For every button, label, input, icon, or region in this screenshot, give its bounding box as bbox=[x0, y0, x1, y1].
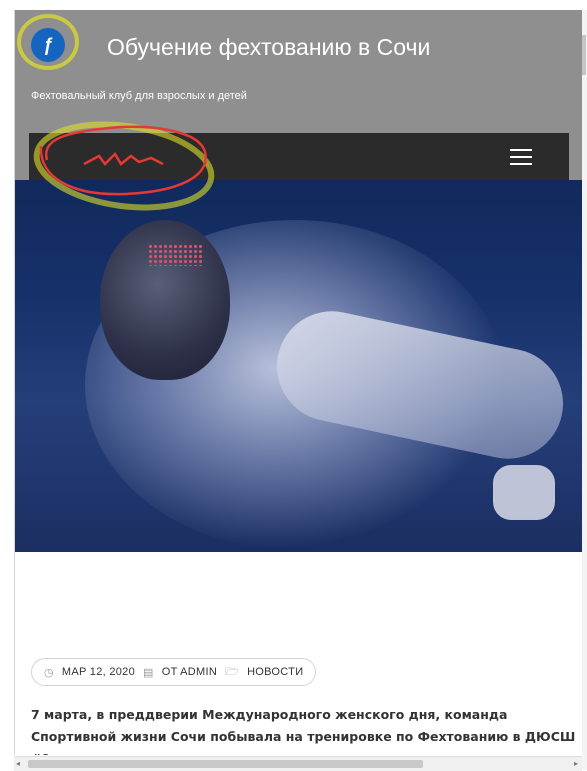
post-category[interactable]: НОВОСТИ bbox=[247, 666, 303, 678]
post-meta: ◷ MAP 12, 2020 ▤ OT ADMIN 🗁 НОВОСТИ bbox=[31, 658, 317, 686]
horizontal-scroll-thumb[interactable] bbox=[28, 760, 423, 768]
post-author[interactable]: OT ADMIN bbox=[162, 666, 217, 678]
hero-fencer-glove bbox=[493, 465, 555, 520]
annotation-scribble bbox=[33, 121, 215, 211]
hamburger-menu-icon[interactable] bbox=[510, 149, 532, 165]
clock-icon: ◷ bbox=[44, 666, 54, 679]
scroll-left-arrow-icon[interactable]: ◂ bbox=[16, 759, 20, 768]
site-title[interactable]: Обучение фехтованию в Сочи bbox=[107, 34, 430, 61]
vertical-scrollbar[interactable] bbox=[582, 10, 587, 770]
fencing-club-logo-icon[interactable]: ƒ bbox=[31, 28, 65, 62]
hero-mask-lights bbox=[148, 244, 202, 266]
fencer-hero-image bbox=[15, 180, 583, 552]
vertical-scroll-thumb[interactable] bbox=[582, 35, 586, 75]
horizontal-scrollbar[interactable]: ◂ ▸ bbox=[14, 756, 582, 771]
site-tagline: Фехтовальный клуб для взрослых и детей bbox=[31, 90, 247, 102]
page-frame: ƒ Обучение фехтованию в Сочи Фехтовальны… bbox=[14, 10, 583, 755]
author-icon: ▤ bbox=[143, 666, 154, 679]
post-excerpt: 7 марта, в преддверии Международного жен… bbox=[31, 707, 576, 755]
post-date[interactable]: MAP 12, 2020 bbox=[62, 666, 135, 678]
folder-icon: 🗁 bbox=[225, 665, 240, 678]
scroll-right-arrow-icon[interactable]: ▸ bbox=[574, 759, 578, 768]
